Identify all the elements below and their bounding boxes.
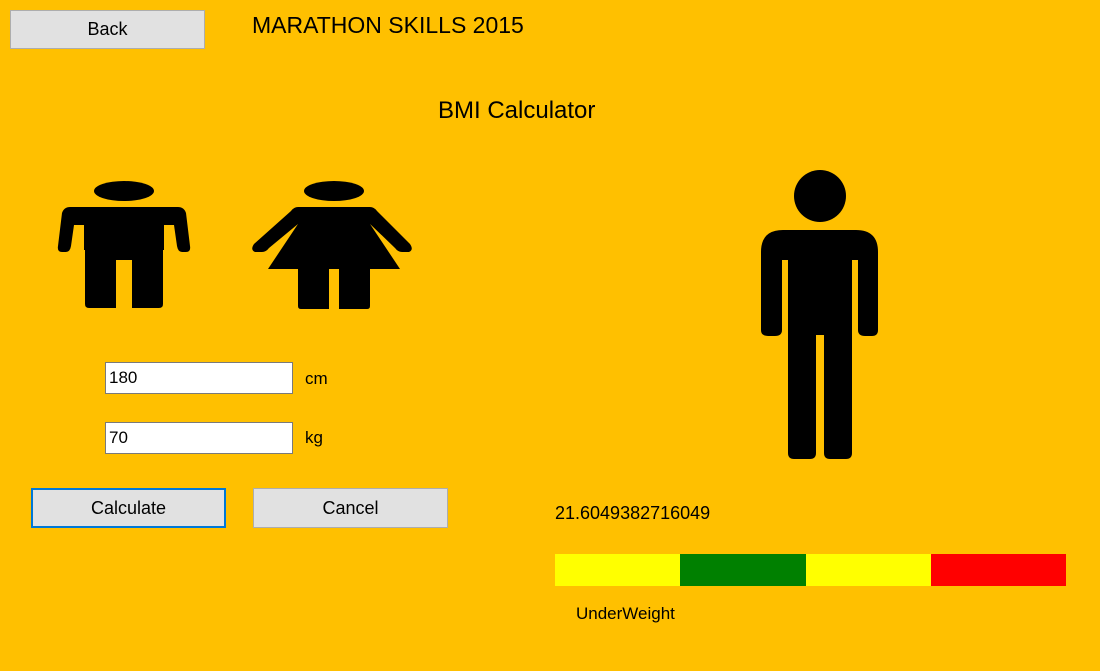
bmi-scale-obese — [931, 554, 1066, 586]
app-title: MARATHON SKILLS 2015 — [252, 12, 524, 38]
female-figure-icon[interactable] — [250, 180, 414, 310]
calculate-button[interactable]: Calculate — [31, 488, 226, 528]
weight-input[interactable] — [105, 422, 293, 454]
bmi-value: 21.6049382716049 — [555, 503, 711, 523]
height-unit-label: cm — [305, 369, 328, 388]
bmi-scale-bar — [555, 554, 1066, 586]
bmi-category-label: UnderWeight — [576, 604, 675, 623]
weight-unit-label: kg — [305, 428, 323, 447]
height-input[interactable] — [105, 362, 293, 394]
bmi-scale-overweight — [806, 554, 931, 586]
person-figure-icon — [759, 170, 879, 462]
cancel-button[interactable]: Cancel — [253, 488, 448, 528]
bmi-scale-healthy — [680, 554, 806, 586]
bmi-calculator-window: { "header": { "back_label": "Back", "app… — [0, 0, 1100, 671]
male-figure-icon[interactable] — [56, 180, 192, 310]
back-button[interactable]: Back — [10, 10, 205, 49]
bmi-scale-underweight — [555, 554, 680, 586]
page-title: BMI Calculator — [438, 97, 596, 124]
